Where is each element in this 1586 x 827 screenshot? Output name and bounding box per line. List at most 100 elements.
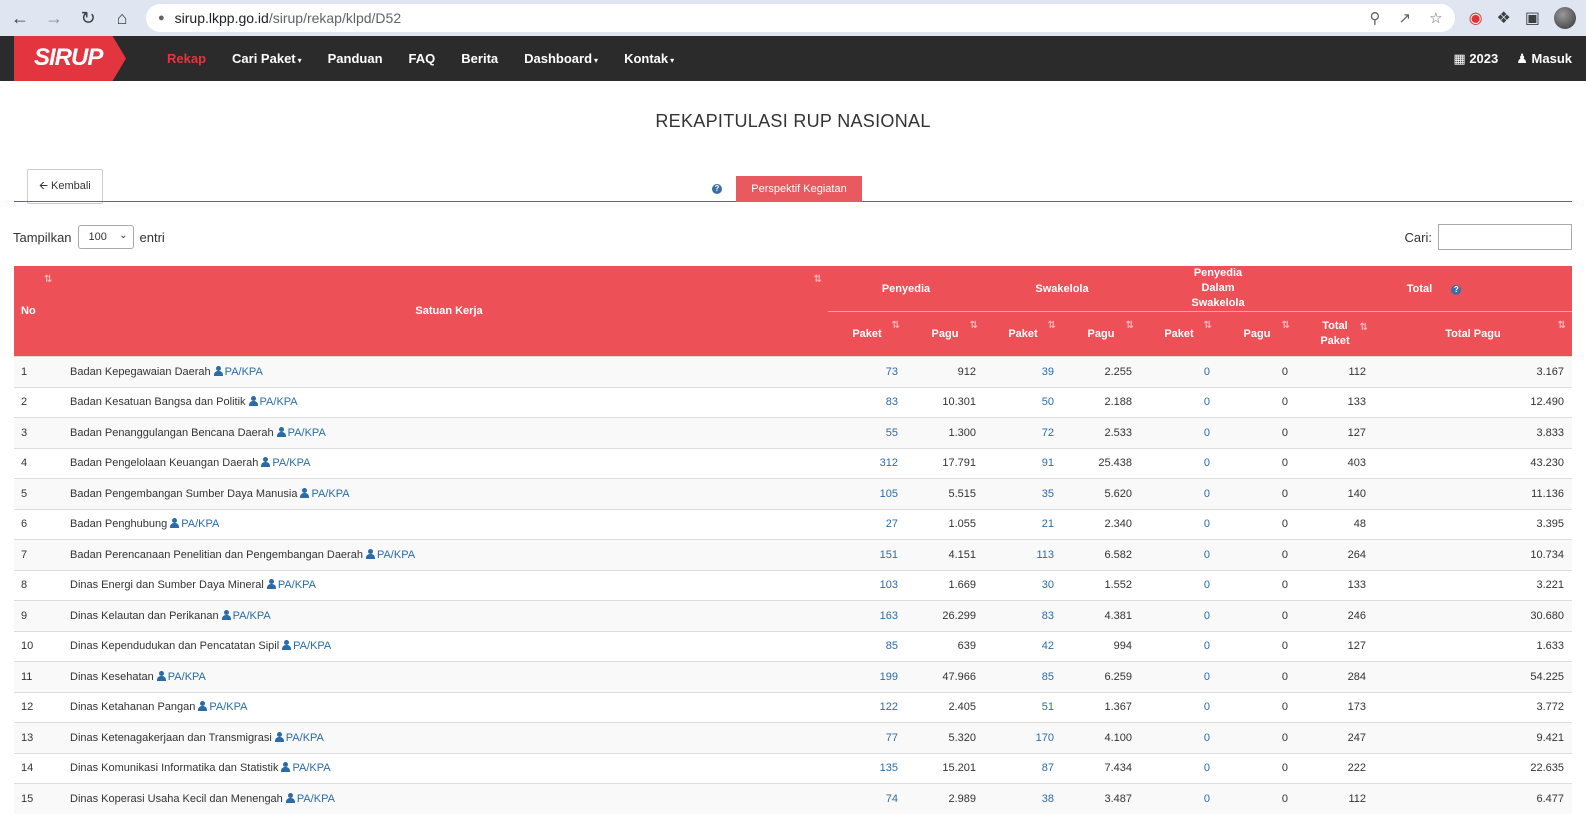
- year-selector[interactable]: ▦ 2023: [1453, 51, 1498, 67]
- p-paket-cell[interactable]: 55: [828, 417, 906, 448]
- pa-kpa-link[interactable]: PA/KPA: [286, 732, 324, 744]
- s-paket-cell[interactable]: 42: [984, 630, 1062, 662]
- header-total-paket[interactable]: Total Paket ⇅: [1296, 311, 1374, 357]
- header-no[interactable]: No ⇅: [14, 266, 70, 357]
- p-paket-cell[interactable]: 73: [828, 356, 906, 387]
- p-paket-cell[interactable]: 85: [828, 630, 906, 662]
- d-paket-cell[interactable]: 0: [1140, 356, 1218, 387]
- sidepanel-icon[interactable]: ▣: [1525, 8, 1540, 28]
- sirup-logo[interactable]: SIRUP: [14, 36, 142, 81]
- home-icon[interactable]: ⌂: [112, 8, 132, 28]
- d-paket-cell[interactable]: 0: [1140, 569, 1218, 601]
- p-paket-cell[interactable]: 135: [828, 752, 906, 784]
- d-paket-cell[interactable]: 0: [1140, 447, 1218, 479]
- nav-item-kontak[interactable]: Kontak ▾: [611, 51, 687, 66]
- share-icon[interactable]: ↗: [1399, 9, 1412, 27]
- login-link[interactable]: ♟ Masuk: [1516, 51, 1572, 67]
- s-paket-cell[interactable]: 39: [984, 356, 1062, 387]
- p-paket-cell[interactable]: 77: [828, 722, 906, 753]
- p-paket-cell[interactable]: 103: [828, 569, 906, 601]
- question-circle-icon[interactable]: ?: [712, 184, 722, 194]
- p-paket-cell[interactable]: 27: [828, 508, 906, 540]
- pa-kpa-link[interactable]: PA/KPA: [225, 366, 263, 378]
- p-paket-cell[interactable]: 151: [828, 539, 906, 570]
- header-penyedia-pagu[interactable]: Pagu ⇅: [906, 311, 984, 357]
- nav-item-panduan[interactable]: Panduan: [315, 51, 396, 66]
- s-paket-cell[interactable]: 51: [984, 691, 1062, 723]
- header-swakelola-pagu[interactable]: Pagu ⇅: [1062, 311, 1140, 357]
- s-paket-cell[interactable]: 35: [984, 478, 1062, 509]
- p-paket-cell[interactable]: 83: [828, 386, 906, 418]
- p-paket-cell[interactable]: 199: [828, 661, 906, 692]
- pa-kpa-link[interactable]: PA/KPA: [377, 549, 415, 561]
- pa-kpa-link[interactable]: PA/KPA: [297, 793, 335, 805]
- s-paket-cell[interactable]: 170: [984, 722, 1062, 753]
- p-paket-cell[interactable]: 312: [828, 447, 906, 479]
- s-paket-cell[interactable]: 72: [984, 417, 1062, 448]
- header-swakelola-paket[interactable]: Paket ⇅: [984, 311, 1062, 357]
- d-paket-cell[interactable]: 0: [1140, 722, 1218, 753]
- pa-kpa-link[interactable]: PA/KPA: [260, 396, 298, 408]
- pa-kpa-link[interactable]: PA/KPA: [311, 488, 349, 500]
- nav-item-berita[interactable]: Berita: [448, 51, 511, 66]
- p-paket-cell[interactable]: 105: [828, 478, 906, 509]
- s-paket-cell[interactable]: 87: [984, 752, 1062, 784]
- pa-kpa-link[interactable]: PA/KPA: [288, 427, 326, 439]
- s-paket-cell[interactable]: 30: [984, 569, 1062, 601]
- bookmark-star-icon[interactable]: ☆: [1429, 9, 1442, 27]
- s-paket-cell[interactable]: 85: [984, 661, 1062, 692]
- d-paket-cell[interactable]: 0: [1140, 478, 1218, 509]
- reload-icon[interactable]: ↻: [78, 8, 98, 28]
- header-pds-paket[interactable]: Paket ⇅: [1140, 311, 1218, 357]
- pa-kpa-link[interactable]: PA/KPA: [209, 701, 247, 713]
- d-paket-cell[interactable]: 0: [1140, 691, 1218, 723]
- d-paket-cell[interactable]: 0: [1140, 630, 1218, 662]
- pa-kpa-link[interactable]: PA/KPA: [278, 579, 316, 591]
- zoom-icon[interactable]: ⚲: [1370, 9, 1381, 27]
- d-paket-cell[interactable]: 0: [1140, 600, 1218, 631]
- p-paket-cell[interactable]: 122: [828, 691, 906, 723]
- s-paket-cell[interactable]: 50: [984, 386, 1062, 418]
- page-length-select[interactable]: 100 ⌄: [77, 225, 134, 249]
- d-paket-cell[interactable]: 0: [1140, 783, 1218, 814]
- pa-kpa-link[interactable]: PA/KPA: [168, 671, 206, 683]
- search-input[interactable]: [1438, 224, 1572, 250]
- profile-avatar[interactable]: [1554, 7, 1576, 29]
- pa-kpa-link[interactable]: PA/KPA: [292, 762, 330, 774]
- header-satuan-kerja[interactable]: Satuan Kerja ⇅: [70, 266, 828, 357]
- d-paket-cell[interactable]: 0: [1140, 386, 1218, 418]
- d-paket-cell[interactable]: 0: [1140, 752, 1218, 784]
- forward-arrow-icon[interactable]: →: [44, 8, 64, 28]
- s-paket-cell[interactable]: 113: [984, 539, 1062, 570]
- p-paket-cell[interactable]: 74: [828, 783, 906, 814]
- p-paket-cell[interactable]: 163: [828, 600, 906, 631]
- s-paket-cell[interactable]: 91: [984, 447, 1062, 479]
- s-paket-cell[interactable]: 21: [984, 508, 1062, 540]
- pa-kpa-link[interactable]: PA/KPA: [181, 518, 219, 530]
- header-total-pagu[interactable]: Total Pagu ⇅: [1374, 311, 1572, 357]
- table-row: 12 Dinas Ketahanan Pangan PA/KPA 122 2.405 51…: [14, 691, 1572, 723]
- puzzle-icon[interactable]: ❖: [1497, 8, 1511, 28]
- table-controls: Tampilkan 100 ⌄ entri Cari:: [13, 224, 1572, 250]
- nav-item-dashboard[interactable]: Dashboard ▾: [511, 51, 611, 66]
- user-icon: [365, 548, 375, 559]
- pa-kpa-link[interactable]: PA/KPA: [233, 610, 271, 622]
- address-bar[interactable]: ● sirup.lkpp.go.id/sirup/rekap/klpd/D52 …: [146, 4, 1455, 32]
- tab-perspektif-kegiatan[interactable]: Perspektif Kegiatan: [736, 176, 862, 202]
- nav-item-cari-paket[interactable]: Cari Paket ▾: [219, 51, 315, 66]
- pa-kpa-link[interactable]: PA/KPA: [293, 640, 331, 652]
- d-paket-cell[interactable]: 0: [1140, 539, 1218, 570]
- s-paket-cell[interactable]: 38: [984, 783, 1062, 814]
- header-pds-pagu[interactable]: Pagu ⇅: [1218, 311, 1296, 357]
- question-circle-icon[interactable]: ?: [1451, 284, 1462, 295]
- extension-eye-icon[interactable]: ◉: [1469, 8, 1483, 28]
- d-paket-cell[interactable]: 0: [1140, 508, 1218, 540]
- nav-item-rekap[interactable]: Rekap: [154, 51, 219, 66]
- s-paket-cell[interactable]: 83: [984, 600, 1062, 631]
- header-penyedia-paket[interactable]: Paket ⇅: [828, 311, 906, 357]
- d-paket-cell[interactable]: 0: [1140, 661, 1218, 692]
- d-paket-cell[interactable]: 0: [1140, 417, 1218, 448]
- nav-item-faq[interactable]: FAQ: [396, 51, 449, 66]
- pa-kpa-link[interactable]: PA/KPA: [272, 457, 310, 469]
- back-arrow-icon[interactable]: ←: [10, 8, 30, 28]
